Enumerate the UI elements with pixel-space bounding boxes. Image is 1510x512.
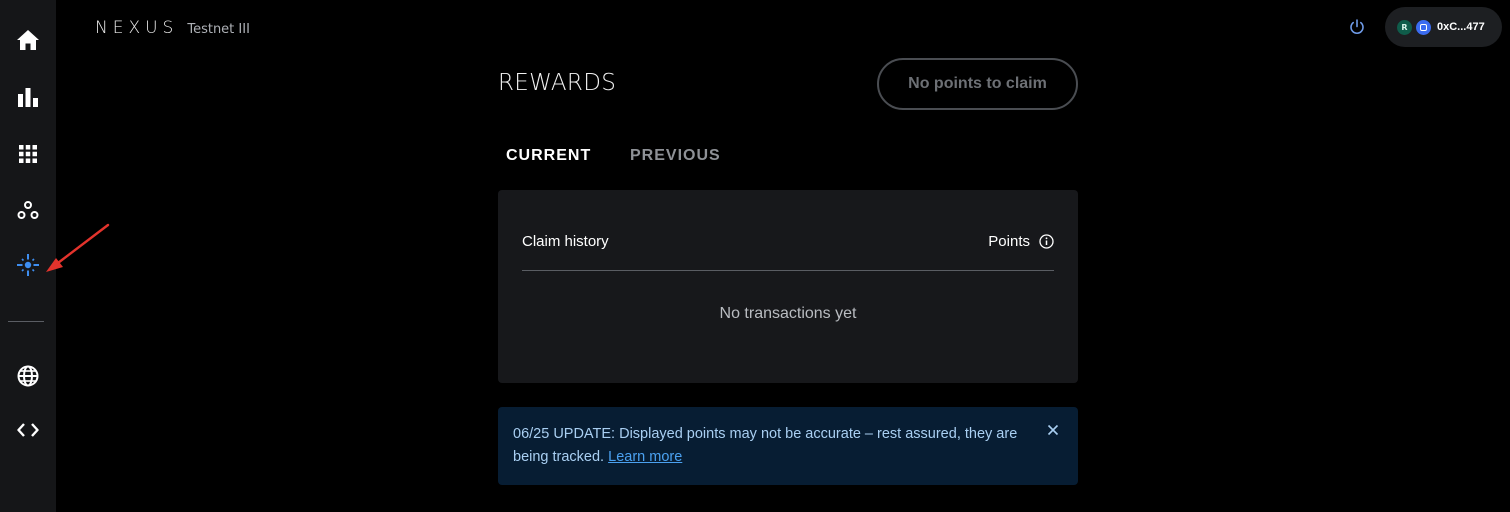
tab-current[interactable]: CURRENT <box>506 147 591 165</box>
sidebar-divider <box>8 321 44 322</box>
close-icon[interactable] <box>1047 424 1059 436</box>
notice-message: 06/25 UPDATE: Displayed points may not b… <box>513 426 1018 465</box>
rewards-sparkle-icon <box>17 254 39 276</box>
sidebar-item-nodes[interactable] <box>0 190 56 230</box>
grid-icon <box>19 145 37 163</box>
sidebar <box>0 0 56 512</box>
nodes-icon <box>17 201 39 219</box>
sidebar-item-apps[interactable] <box>0 134 56 174</box>
bar-chart-icon <box>18 88 38 107</box>
sidebar-item-stats[interactable] <box>0 77 56 117</box>
claim-points-button[interactable]: No points to claim <box>877 58 1078 110</box>
points-header-label: Points <box>988 233 1030 250</box>
empty-state-text: No transactions yet <box>719 305 857 322</box>
points-header: Points <box>988 233 1054 250</box>
wallet-address: 0xC...477 <box>1437 21 1485 33</box>
brand: NEXUS Testnet III <box>95 18 250 38</box>
avatar: R <box>1397 19 1412 35</box>
tab-previous[interactable]: PREVIOUS <box>630 147 721 165</box>
claim-history-header: Claim history <box>522 233 609 250</box>
page-title: REWARDS <box>498 70 617 96</box>
power-icon[interactable] <box>1348 18 1366 36</box>
sidebar-item-developers[interactable] <box>0 410 56 450</box>
sidebar-item-website[interactable] <box>0 356 56 396</box>
network-label: Testnet III <box>187 22 250 37</box>
info-icon[interactable] <box>1039 234 1054 249</box>
update-notice: 06/25 UPDATE: Displayed points may not b… <box>498 407 1078 485</box>
brand-logo: NEXUS <box>95 18 179 38</box>
learn-more-link[interactable]: Learn more <box>608 449 682 465</box>
home-icon <box>17 30 39 50</box>
sidebar-item-rewards[interactable] <box>0 245 56 285</box>
wallet-badge-icon <box>1416 19 1431 35</box>
sidebar-item-home[interactable] <box>0 20 56 60</box>
table-divider <box>522 270 1054 271</box>
globe-icon <box>17 365 39 387</box>
code-icon <box>17 423 39 437</box>
claim-history-card: Claim history Points No transactions yet <box>498 190 1078 383</box>
wallet-button[interactable]: R 0xC...477 <box>1385 7 1502 47</box>
